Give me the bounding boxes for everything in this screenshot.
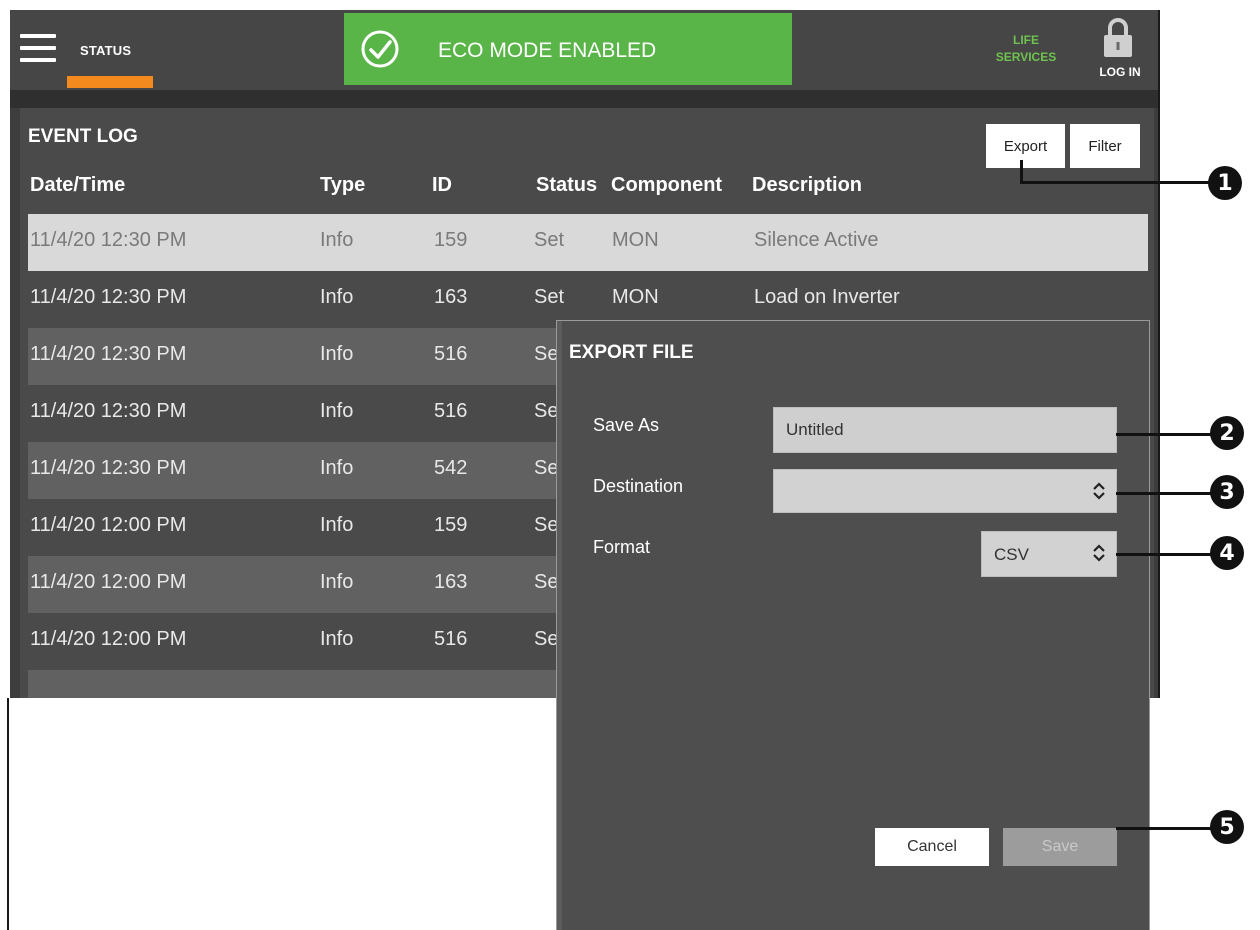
status-tab-label[interactable]: STATUS	[80, 43, 131, 58]
cell-id: 516	[434, 628, 468, 650]
cell-type: Info	[320, 229, 354, 251]
cell-type: Info	[320, 571, 354, 593]
frame-left-line	[7, 698, 9, 930]
check-circle-icon	[361, 30, 399, 68]
cancel-button[interactable]: Cancel	[875, 828, 989, 866]
cell-datetime: 11/4/20 12:30 PM	[30, 343, 187, 365]
status-tab-indicator	[67, 76, 153, 88]
format-select[interactable]: CSV	[981, 531, 1117, 577]
cell-status: Se	[534, 514, 559, 536]
cell-status: Se	[534, 571, 559, 593]
column-header-component[interactable]: Component	[611, 174, 722, 197]
destination-select[interactable]	[773, 469, 1117, 513]
cell-type: Info	[320, 286, 354, 308]
dialog-title: EXPORT FILE	[569, 342, 694, 363]
callout-3-badge: 3	[1210, 475, 1244, 509]
cell-status: Set	[534, 229, 565, 251]
callout-1-bracket	[1020, 160, 1210, 184]
eco-mode-text: ECO MODE ENABLED	[438, 39, 657, 62]
cell-datetime: 11/4/20 12:30 PM	[30, 400, 187, 422]
life-services-line1: LIFE	[1013, 33, 1039, 47]
destination-label: Destination	[593, 476, 684, 496]
format-label: Format	[593, 537, 651, 557]
cell-status: Set	[534, 286, 565, 308]
menu-icon[interactable]	[20, 34, 56, 64]
callout-2-badge: 2	[1210, 416, 1244, 450]
cell-type: Info	[320, 628, 354, 650]
table-row[interactable]: 11/4/20 12:30 PM Info 159 Set MON Silenc…	[28, 214, 1148, 271]
cell-id: 159	[434, 514, 468, 536]
chevron-updown-icon	[1093, 544, 1105, 562]
column-header-datetime[interactable]: Date/Time	[30, 174, 125, 197]
cell-datetime: 11/4/20 12:00 PM	[30, 571, 187, 593]
chevron-updown-icon	[1093, 482, 1105, 500]
save-as-label: Save As	[593, 415, 660, 435]
cell-id: 516	[434, 343, 468, 365]
column-header-id[interactable]: ID	[432, 174, 452, 197]
callout-5-line	[1116, 827, 1212, 830]
cell-status: Se	[534, 400, 559, 422]
login-button[interactable]: LOG IN	[1086, 16, 1146, 84]
lock-icon	[1104, 18, 1132, 57]
cell-type: Info	[320, 514, 354, 536]
cell-datetime: 11/4/20 12:30 PM	[30, 286, 187, 308]
column-header-description[interactable]: Description	[752, 174, 862, 197]
column-header-status[interactable]: Status	[536, 174, 597, 197]
cell-datetime: 11/4/20 12:00 PM	[30, 514, 187, 536]
top-bar: STATUS ECO MODE ENABLED LIFE SERVICES LO…	[10, 10, 1158, 90]
life-services-link[interactable]: LIFE SERVICES	[986, 32, 1066, 66]
cell-component: MON	[612, 229, 659, 251]
cell-datetime: 11/4/20 12:30 PM	[30, 229, 187, 251]
cell-type: Info	[320, 400, 354, 422]
cell-status: Se	[534, 343, 559, 365]
cell-id: 516	[434, 400, 468, 422]
eco-mode-banner: ECO MODE ENABLED	[344, 13, 792, 85]
top-bar-separator	[10, 90, 1158, 108]
callout-4-badge: 4	[1210, 536, 1244, 570]
export-file-dialog: EXPORT FILE Save As Untitled Destination…	[556, 320, 1150, 930]
cell-status: Se	[534, 457, 559, 479]
callout-5-badge: 5	[1210, 810, 1244, 844]
cell-type: Info	[320, 457, 354, 479]
cell-id: 159	[434, 229, 468, 251]
event-log-title: EVENT LOG	[28, 126, 138, 147]
callout-3-line	[1116, 492, 1212, 495]
cell-status: Se	[534, 628, 559, 650]
cell-description: Load on Inverter	[754, 286, 900, 308]
login-label: LOG IN	[1099, 65, 1141, 79]
save-as-input[interactable]: Untitled	[773, 407, 1117, 453]
cell-component: MON	[612, 286, 659, 308]
frame-right-line	[1158, 10, 1160, 698]
cell-type: Info	[320, 343, 354, 365]
column-header-type[interactable]: Type	[320, 174, 365, 197]
callout-1-badge: 1	[1208, 166, 1242, 200]
cell-id: 163	[434, 571, 468, 593]
format-value: CSV	[994, 545, 1029, 564]
dialog-edge	[557, 321, 562, 930]
cell-datetime: 11/4/20 12:00 PM	[30, 628, 187, 650]
callout-4-line	[1116, 553, 1212, 556]
cell-id: 163	[434, 286, 468, 308]
save-button[interactable]: Save	[1003, 828, 1117, 866]
life-services-line2: SERVICES	[995, 50, 1057, 64]
cell-description: Silence Active	[754, 229, 879, 251]
cell-id: 542	[434, 457, 468, 479]
callout-2-line	[1116, 433, 1212, 436]
cell-datetime: 11/4/20 12:30 PM	[30, 457, 187, 479]
